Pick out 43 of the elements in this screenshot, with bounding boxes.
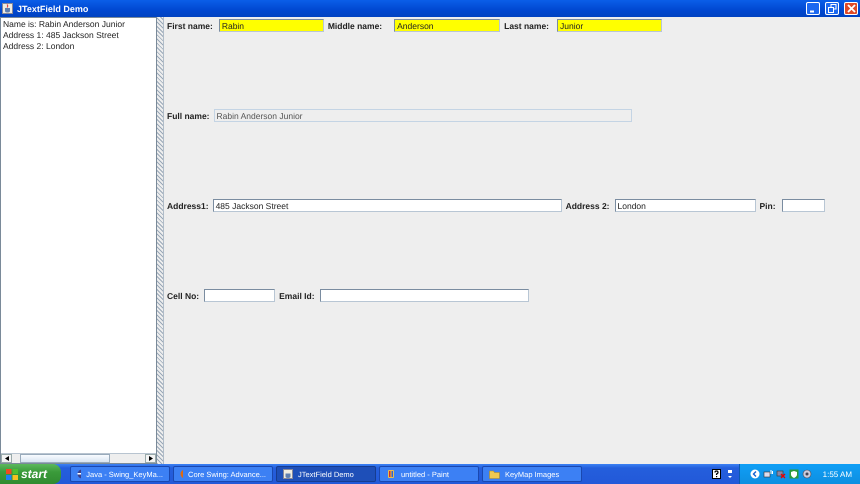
field-label: Address1: — [167, 200, 209, 210]
start-button[interactable]: start — [0, 464, 61, 484]
output-line: Name is: Rabin Anderson Junior — [3, 19, 126, 29]
shield-icon[interactable] — [788, 469, 799, 479]
java-cup-icon — [2, 3, 13, 14]
text-field[interactable]: 485 Jackson Street — [212, 199, 562, 212]
dock-icon[interactable] — [726, 469, 733, 479]
window-title: JTextField Demo — [17, 4, 90, 14]
windows-flag-icon — [6, 468, 18, 480]
output-line: Address 1: 485 Jackson Street — [3, 30, 120, 40]
field-label: Last name: — [504, 20, 550, 30]
scrollbar-thumb[interactable] — [20, 454, 110, 463]
folder-icon — [489, 469, 500, 479]
field-label: Address 2: — [566, 200, 610, 210]
restore-button[interactable] — [825, 2, 839, 15]
restore-icon — [828, 4, 836, 13]
field-label: Cell No: — [167, 290, 200, 300]
speaker-icon[interactable] — [802, 469, 812, 479]
field-label: Email Id: — [279, 290, 315, 300]
field-label: Full name: — [167, 110, 210, 120]
field-label: Pin: — [760, 200, 776, 210]
horizontal-scrollbar[interactable] — [1, 453, 156, 463]
text-field[interactable]: Rabin Anderson Junior — [214, 109, 632, 122]
text-field[interactable] — [320, 289, 529, 302]
close-icon — [846, 4, 856, 13]
network-icon[interactable] — [762, 469, 773, 479]
text-field[interactable]: London — [614, 199, 756, 212]
text-field[interactable]: Junior — [557, 19, 662, 32]
help-icon[interactable] — [712, 469, 721, 479]
text-field[interactable]: Rabin — [218, 19, 324, 32]
scroll-left-icon[interactable] — [1, 454, 12, 463]
minimize-button[interactable] — [806, 2, 820, 15]
text-field[interactable]: Anderson — [394, 19, 500, 32]
text-field[interactable] — [204, 289, 276, 302]
scroll-right-icon[interactable] — [145, 454, 156, 463]
chevron-icon[interactable] — [750, 469, 760, 479]
output-line: Address 2: London — [3, 41, 76, 51]
field-label: First name: — [167, 20, 213, 30]
text-field[interactable] — [782, 199, 825, 212]
paint-icon — [386, 469, 396, 479]
close-button[interactable] — [844, 2, 858, 15]
java-cup-icon — [283, 469, 293, 479]
field-label: Middle name: — [328, 20, 382, 30]
